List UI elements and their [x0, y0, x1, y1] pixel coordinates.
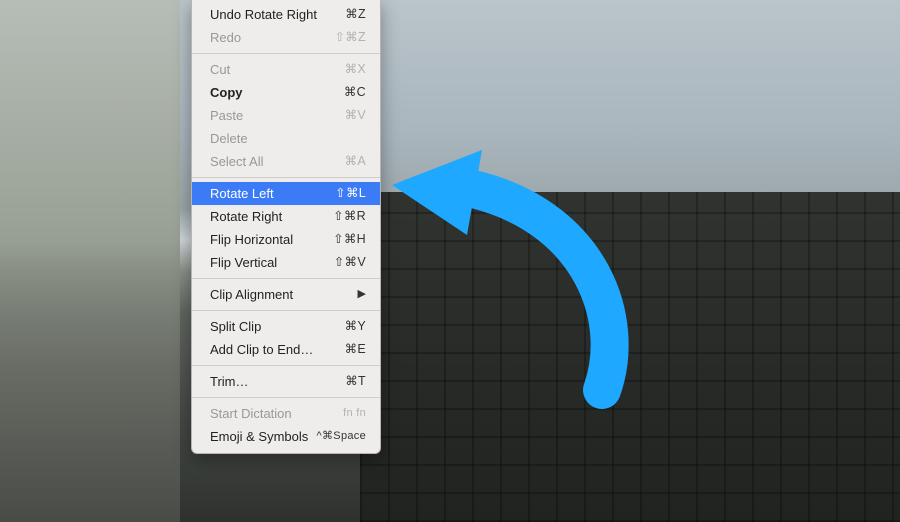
menu-item-delete: Delete [192, 127, 380, 150]
menu-item-shortcut: ⌘Y [345, 318, 366, 335]
menu-item-shortcut: ⇧⌘R [333, 208, 366, 225]
menu-item-add-clip-to-end[interactable]: Add Clip to End… ⌘E [192, 338, 380, 361]
menu-item-label: Redo [210, 29, 334, 46]
menu-item-shortcut: ⌘Z [345, 6, 366, 23]
menu-item-shortcut: ⌘C [344, 84, 366, 101]
menu-item-shortcut: ⇧⌘L [335, 185, 366, 202]
menu-item-select-all: Select All ⌘A [192, 150, 380, 173]
menu-item-label: Flip Vertical [210, 254, 334, 271]
menu-item-cut: Cut ⌘X [192, 58, 380, 81]
menu-item-start-dictation: Start Dictation fn fn [192, 402, 380, 425]
menu-item-rotate-left[interactable]: Rotate Left ⇧⌘L [192, 182, 380, 205]
menu-item-shortcut: ⌘V [345, 107, 366, 124]
menu-item-shortcut: ^⌘Space [317, 428, 366, 445]
menu-separator [192, 397, 380, 398]
menu-item-shortcut: ⇧⌘Z [334, 29, 366, 46]
menu-item-undo[interactable]: Undo Rotate Right ⌘Z [192, 3, 380, 26]
menu-item-paste: Paste ⌘V [192, 104, 380, 127]
menu-item-label: Split Clip [210, 318, 345, 335]
menu-item-flip-vertical[interactable]: Flip Vertical ⇧⌘V [192, 251, 380, 274]
menu-item-label: Emoji & Symbols [210, 428, 317, 445]
menu-separator [192, 278, 380, 279]
menu-item-label: Add Clip to End… [210, 341, 345, 358]
menu-item-flip-horizontal[interactable]: Flip Horizontal ⇧⌘H [192, 228, 380, 251]
menu-item-copy[interactable]: Copy ⌘C [192, 81, 380, 104]
submenu-arrow-icon: ▶ [358, 286, 366, 303]
menu-item-label: Delete [210, 130, 366, 147]
menu-item-shortcut: ⇧⌘H [333, 231, 366, 248]
edit-menu-dropdown: Undo Rotate Right ⌘Z Redo ⇧⌘Z Cut ⌘X Cop… [191, 0, 381, 454]
menu-item-shortcut: ⇧⌘V [334, 254, 366, 271]
menu-item-label: Trim… [210, 373, 345, 390]
menu-item-label: Paste [210, 107, 345, 124]
menu-item-label: Flip Horizontal [210, 231, 333, 248]
menu-item-shortcut: fn fn [343, 405, 366, 422]
menu-item-label: Start Dictation [210, 405, 343, 422]
menu-item-redo: Redo ⇧⌘Z [192, 26, 380, 49]
menu-item-label: Clip Alignment [210, 286, 352, 303]
menu-item-label: Select All [210, 153, 345, 170]
menu-item-emoji-symbols[interactable]: Emoji & Symbols ^⌘Space [192, 425, 380, 448]
menu-item-label: Copy [210, 84, 344, 101]
menu-item-shortcut: ⌘X [345, 61, 366, 78]
menu-item-label: Rotate Left [210, 185, 335, 202]
menu-item-label: Undo Rotate Right [210, 6, 345, 23]
menu-separator [192, 177, 380, 178]
menu-item-split-clip[interactable]: Split Clip ⌘Y [192, 315, 380, 338]
menu-item-trim[interactable]: Trim… ⌘T [192, 370, 380, 393]
menu-separator [192, 365, 380, 366]
menu-item-clip-alignment[interactable]: Clip Alignment ▶ [192, 283, 380, 306]
menu-separator [192, 53, 380, 54]
menu-item-shortcut: ⌘E [345, 341, 366, 358]
menu-item-label: Cut [210, 61, 345, 78]
menu-item-shortcut: ⌘T [345, 373, 366, 390]
menu-separator [192, 310, 380, 311]
menu-item-shortcut: ⌘A [345, 153, 366, 170]
menu-item-label: Rotate Right [210, 208, 333, 225]
background-photo [0, 0, 900, 522]
menu-item-rotate-right[interactable]: Rotate Right ⇧⌘R [192, 205, 380, 228]
